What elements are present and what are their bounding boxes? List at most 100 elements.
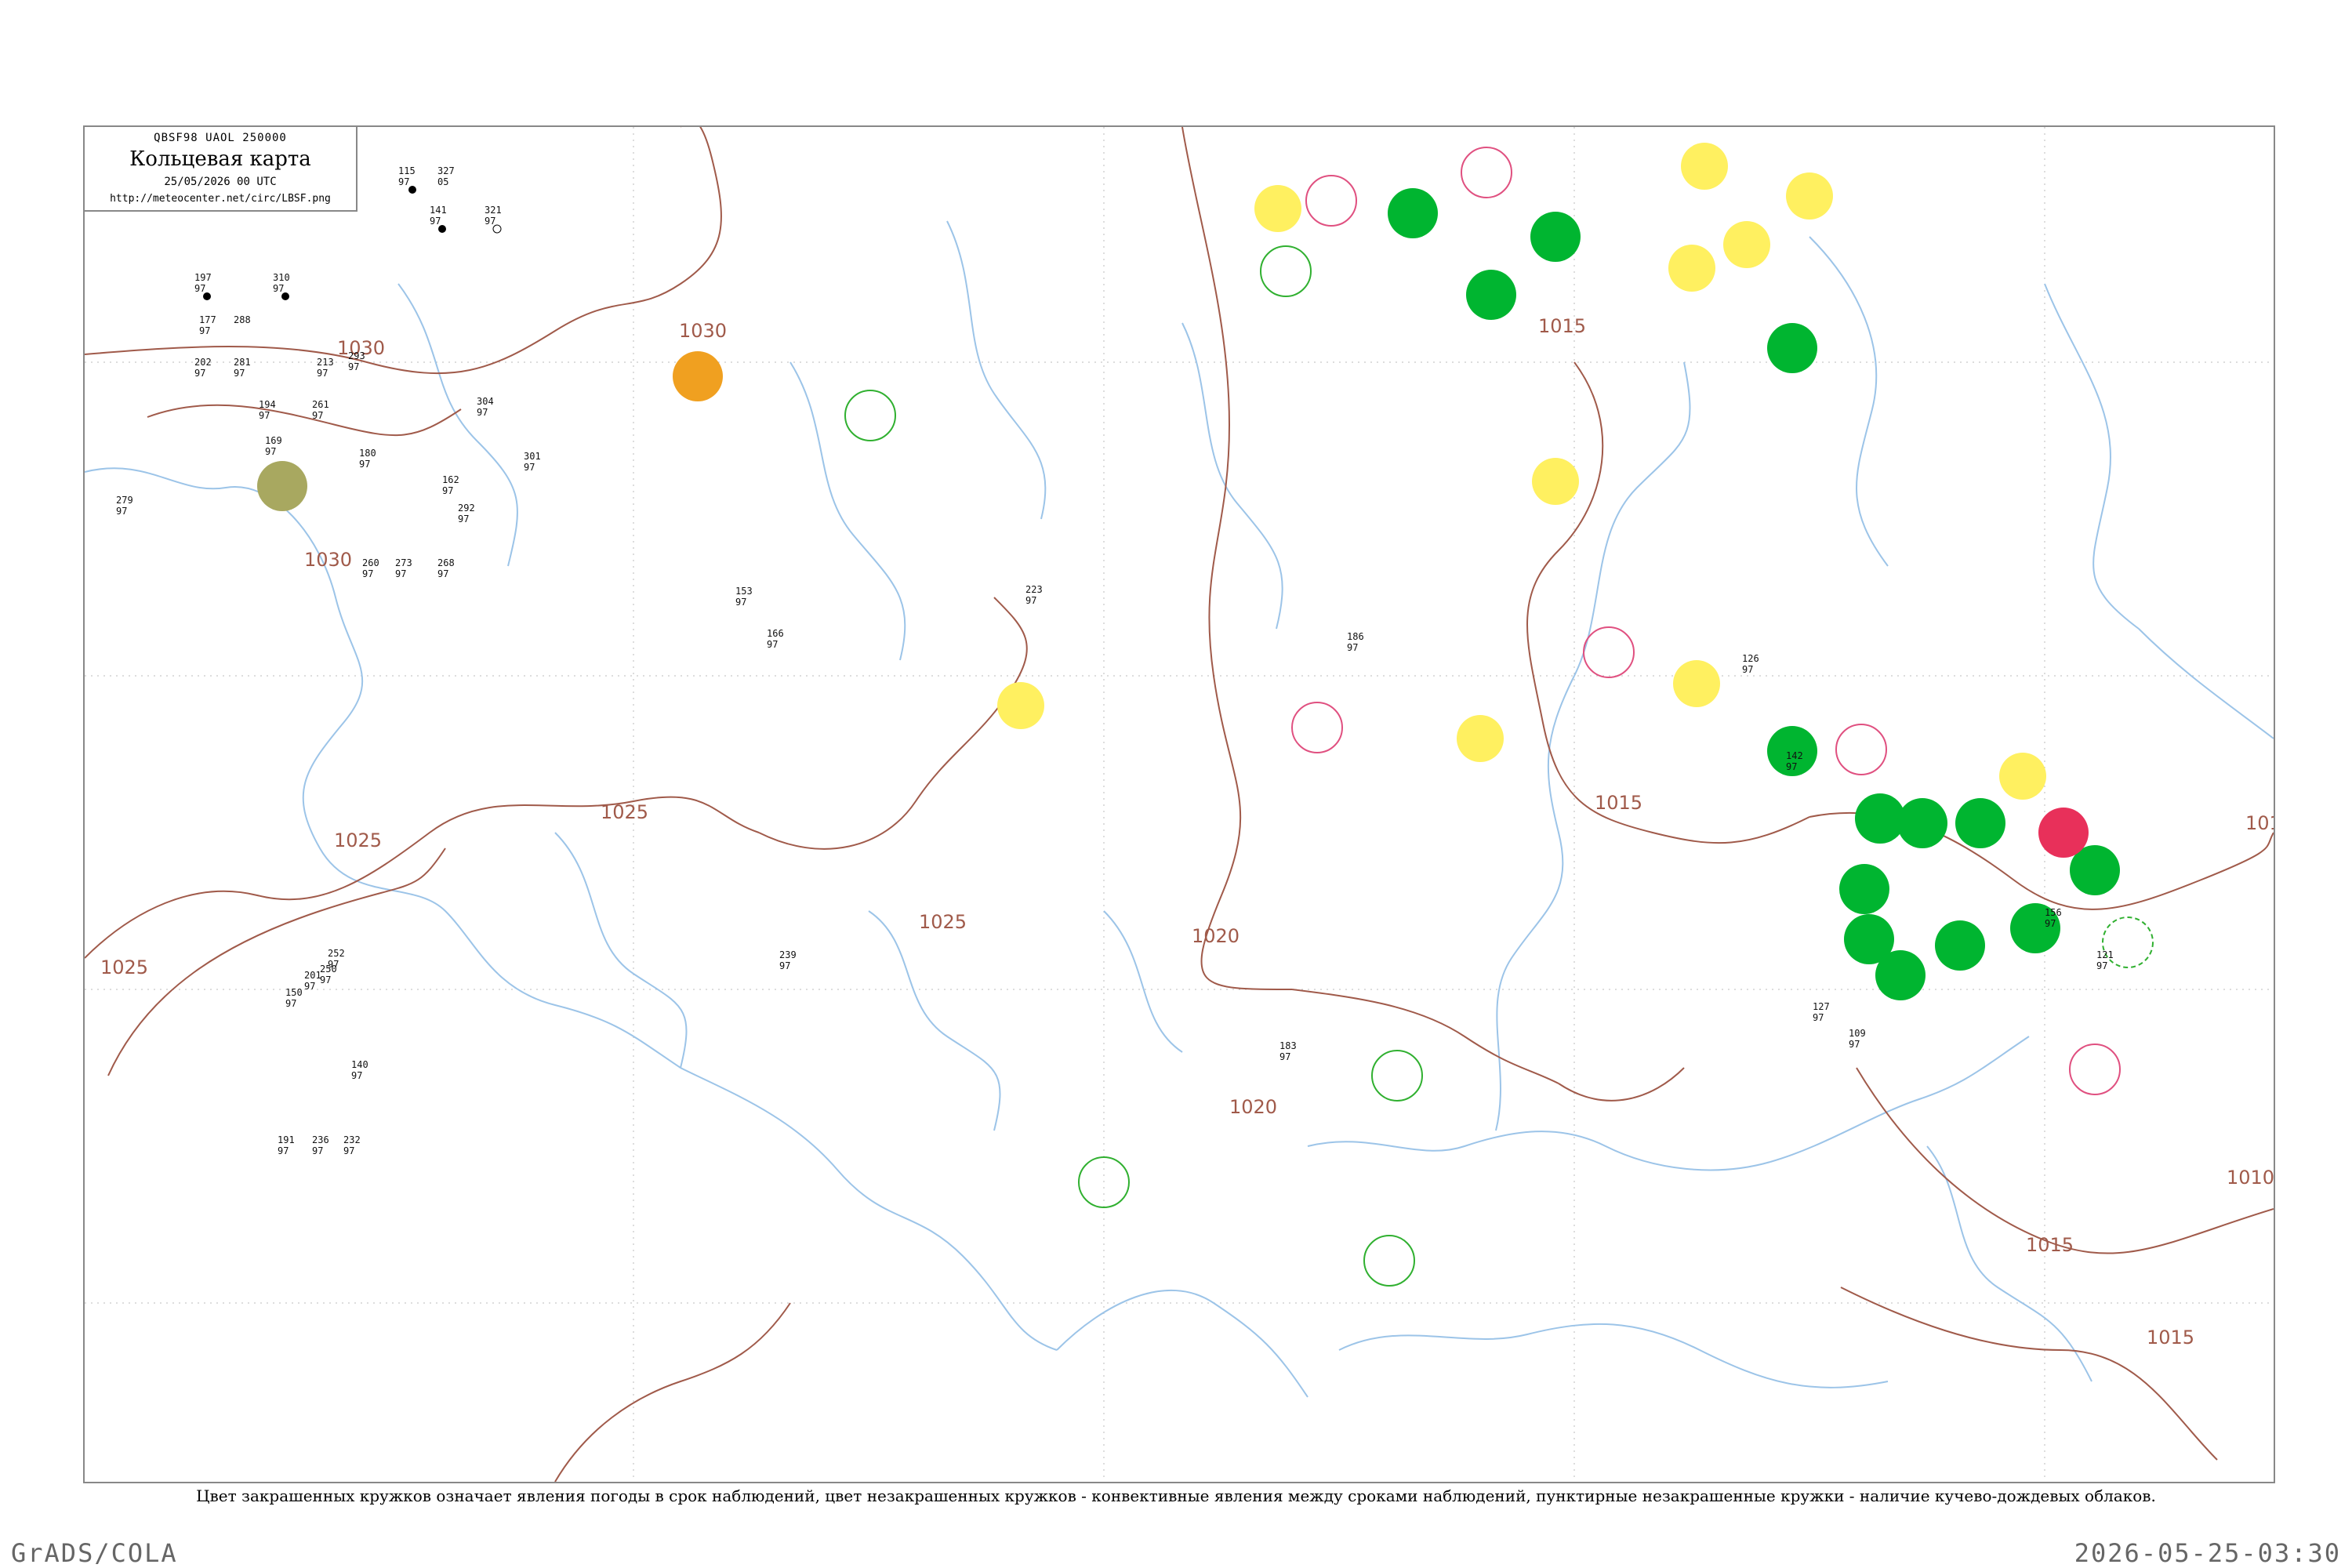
station-plot: 26097	[362, 557, 379, 579]
isobar-labels: 1030 1030 1030 1025 1025 1025 1025 1020 …	[100, 315, 2274, 1348]
isobar-label: 1025	[334, 829, 382, 851]
station-plot: 14097	[351, 1059, 368, 1081]
svg-text:97: 97	[362, 568, 373, 579]
svg-text:304: 304	[477, 396, 494, 407]
svg-text:97: 97	[265, 446, 276, 457]
svg-text:197: 197	[194, 272, 212, 283]
svg-text:232: 232	[343, 1134, 361, 1145]
station-plot: 14197	[430, 205, 447, 233]
svg-text:180: 180	[359, 448, 376, 459]
legend-caption: Цвет закрашенных кружков означает явлени…	[196, 1486, 2156, 1505]
svg-text:97: 97	[442, 485, 453, 496]
isobar-line	[107, 848, 446, 1076]
isobars	[85, 127, 2274, 1482]
marker-circle	[1999, 753, 2046, 800]
marker-circle	[1532, 458, 1579, 505]
station-plot: 18397	[1279, 1040, 1297, 1062]
svg-text:261: 261	[312, 399, 329, 410]
svg-text:97: 97	[458, 514, 469, 524]
marker-circle	[1305, 175, 1357, 227]
marker-circle	[257, 461, 307, 511]
svg-text:213: 213	[317, 357, 334, 368]
map-title-box: QBSF98 UAOL 250000 Кольцевая карта 25/05…	[85, 127, 358, 212]
coastlines-rivers	[85, 220, 2274, 1398]
svg-text:97: 97	[2045, 918, 2056, 929]
isobar-line	[1856, 1067, 2274, 1254]
station-plot: 18097	[359, 448, 376, 470]
station-plot: 32197	[485, 205, 502, 234]
station-plot: 17797	[199, 314, 216, 336]
svg-text:97: 97	[359, 459, 370, 470]
svg-text:293: 293	[348, 350, 365, 361]
station-plot: 288	[234, 314, 251, 325]
marker-circle	[1668, 245, 1715, 292]
svg-text:202: 202	[194, 357, 212, 368]
svg-text:310: 310	[273, 272, 290, 283]
svg-text:97: 97	[1786, 761, 1797, 772]
isobar-line	[1840, 1287, 2218, 1461]
marker-circle	[1371, 1050, 1423, 1102]
station-plot: 26897	[437, 557, 455, 579]
station-plot: 12797	[1813, 1001, 1830, 1023]
svg-text:177: 177	[199, 314, 216, 325]
isobar-label: 1020	[1229, 1096, 1277, 1118]
svg-text:97: 97	[273, 283, 284, 294]
svg-text:97: 97	[199, 325, 210, 336]
svg-text:97: 97	[735, 597, 746, 608]
station-plot: 20197	[304, 970, 321, 992]
graticule	[85, 127, 2274, 1482]
marker-circle	[1363, 1235, 1415, 1287]
station-plot: 27397	[395, 557, 412, 579]
svg-text:150: 150	[285, 987, 303, 998]
marker-circle	[1955, 798, 2005, 848]
station-plot: 23697	[312, 1134, 329, 1156]
marker-circle	[1786, 172, 1833, 220]
isobar-label: 1025	[100, 956, 148, 978]
station-plot: 32705	[437, 165, 455, 187]
marker-circle	[844, 390, 896, 441]
station-plot: 15097	[285, 987, 303, 1009]
svg-text:97: 97	[524, 462, 535, 473]
svg-text:97: 97	[285, 998, 296, 1009]
svg-text:126: 126	[1742, 653, 1759, 664]
map-datetime: 25/05/2026 00 UTC	[164, 176, 277, 188]
marker-circle	[2038, 808, 2089, 858]
marker-circle	[1875, 950, 1926, 1000]
svg-text:281: 281	[234, 357, 251, 368]
marker-circle	[1897, 798, 1947, 848]
isobar-label: 1030	[679, 320, 727, 342]
svg-text:97: 97	[234, 368, 245, 379]
svg-text:109: 109	[1849, 1028, 1866, 1039]
station-plot: 18697	[1347, 631, 1364, 653]
svg-text:97: 97	[259, 410, 270, 421]
isobar-label: 1020	[1192, 925, 1240, 947]
svg-text:162: 162	[442, 474, 459, 485]
station-plot: 16297	[442, 474, 459, 496]
svg-text:97: 97	[477, 407, 488, 418]
svg-text:186: 186	[1347, 631, 1364, 642]
isobar-label: 1010	[2227, 1167, 2274, 1189]
marker-circle	[1835, 724, 1887, 775]
svg-text:97: 97	[348, 361, 359, 372]
station-plot: 31097	[273, 272, 290, 300]
svg-text:97: 97	[485, 216, 495, 227]
station-plot: 23997	[779, 949, 797, 971]
svg-text:201: 201	[304, 970, 321, 981]
station-plot: 26197	[312, 399, 329, 421]
marker-circle	[1291, 702, 1343, 753]
svg-text:97: 97	[351, 1070, 362, 1081]
station-plot: 20297	[194, 357, 212, 379]
svg-text:97: 97	[2096, 960, 2107, 971]
station-plot: 16697	[767, 628, 784, 650]
isobar-label: 1015	[2147, 1327, 2194, 1348]
station-plot: 10997	[1849, 1028, 1866, 1050]
station-plot: 30197	[524, 451, 541, 473]
isobar-label: 1010	[2245, 812, 2274, 834]
svg-text:321: 321	[485, 205, 502, 216]
map-frame: 1030 1030 1030 1025 1025 1025 1025 1020 …	[83, 125, 2275, 1483]
station-plot: 12697	[1742, 653, 1759, 675]
svg-text:252: 252	[328, 948, 345, 959]
marker-circle	[2069, 1044, 2121, 1095]
svg-text:97: 97	[1347, 642, 1358, 653]
marker-circle	[997, 682, 1044, 729]
